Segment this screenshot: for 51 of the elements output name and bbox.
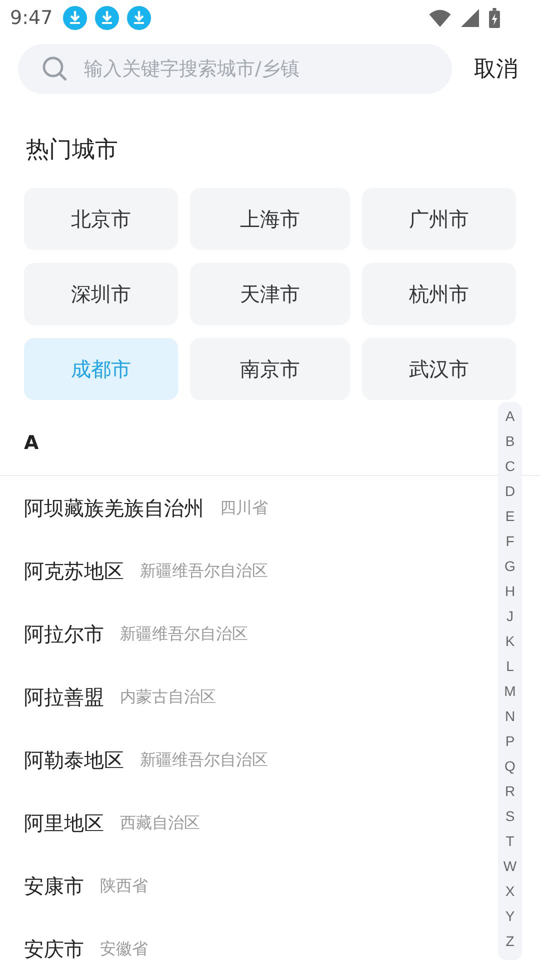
- city-list-item[interactable]: 安康市 陕西省: [0, 855, 480, 918]
- index-letter[interactable]: Z: [506, 929, 514, 954]
- city-list-item[interactable]: 安庆市 安徽省: [0, 918, 480, 960]
- cancel-button[interactable]: 取消: [474, 54, 518, 84]
- city-list-item[interactable]: 阿坝藏族羌族自治州 四川省: [0, 477, 480, 540]
- search-bar[interactable]: 输入关键字搜索城市/乡镇: [18, 44, 452, 94]
- city-list-item[interactable]: 阿拉尔市 新疆维吾尔自治区: [0, 603, 480, 666]
- search-field[interactable]: 输入关键字搜索城市/乡镇: [82, 57, 432, 81]
- alphabet-index-bar[interactable]: A B C D E F G H J K L M N P Q R S T W X Y Z: [498, 402, 522, 960]
- index-letter[interactable]: X: [505, 879, 515, 904]
- city-list-item[interactable]: 阿勒泰地区 新疆维吾尔自治区: [0, 729, 480, 792]
- wifi-icon: [429, 9, 451, 27]
- index-letter[interactable]: M: [504, 679, 516, 704]
- index-letter[interactable]: D: [504, 479, 516, 504]
- city-button[interactable]: 天津市: [190, 263, 350, 325]
- index-letter[interactable]: K: [505, 629, 515, 654]
- city-button[interactable]: 南京市: [190, 338, 350, 400]
- index-letter[interactable]: G: [504, 554, 516, 579]
- index-letter[interactable]: Y: [505, 904, 515, 929]
- index-letter[interactable]: S: [505, 804, 515, 829]
- download-icon: [126, 6, 151, 30]
- city-button[interactable]: 深圳市: [24, 263, 178, 325]
- index-letter[interactable]: N: [504, 704, 516, 729]
- city-button[interactable]: 武汉市: [362, 338, 516, 400]
- city-button[interactable]: 北京市: [24, 188, 178, 250]
- city-button[interactable]: 上海市: [190, 188, 350, 250]
- section-title: 热门城市: [25, 136, 119, 165]
- index-letter[interactable]: A: [505, 404, 515, 429]
- index-letter[interactable]: C: [504, 454, 516, 479]
- city-button[interactable]: 广州市: [362, 188, 516, 250]
- index-letter[interactable]: F: [506, 529, 514, 554]
- city-list-item[interactable]: 阿克苏地区 新疆维吾尔自治区: [0, 540, 480, 603]
- index-letter[interactable]: Q: [504, 754, 516, 779]
- index-letter[interactable]: B: [505, 429, 515, 454]
- signal-icon: [459, 9, 481, 27]
- download-icon: [94, 6, 119, 30]
- city-button[interactable]: 杭州市: [362, 263, 516, 325]
- index-letter[interactable]: W: [503, 854, 517, 879]
- city-list-item[interactable]: 阿拉善盟 内蒙古自治区: [0, 666, 480, 729]
- index-letter[interactable]: T: [506, 829, 514, 854]
- index-letter[interactable]: L: [506, 654, 514, 679]
- search-icon: [42, 56, 68, 82]
- index-letter[interactable]: H: [504, 579, 516, 604]
- index-letter[interactable]: P: [505, 729, 515, 754]
- status-time: 9:47: [10, 7, 53, 29]
- index-letter[interactable]: R: [504, 779, 516, 804]
- index-letter[interactable]: J: [506, 604, 514, 629]
- city-list-item[interactable]: 阿里地区 西藏自治区: [0, 792, 480, 855]
- download-icon: [62, 6, 87, 30]
- battery-icon: [489, 8, 500, 28]
- index-letter[interactable]: E: [505, 504, 515, 529]
